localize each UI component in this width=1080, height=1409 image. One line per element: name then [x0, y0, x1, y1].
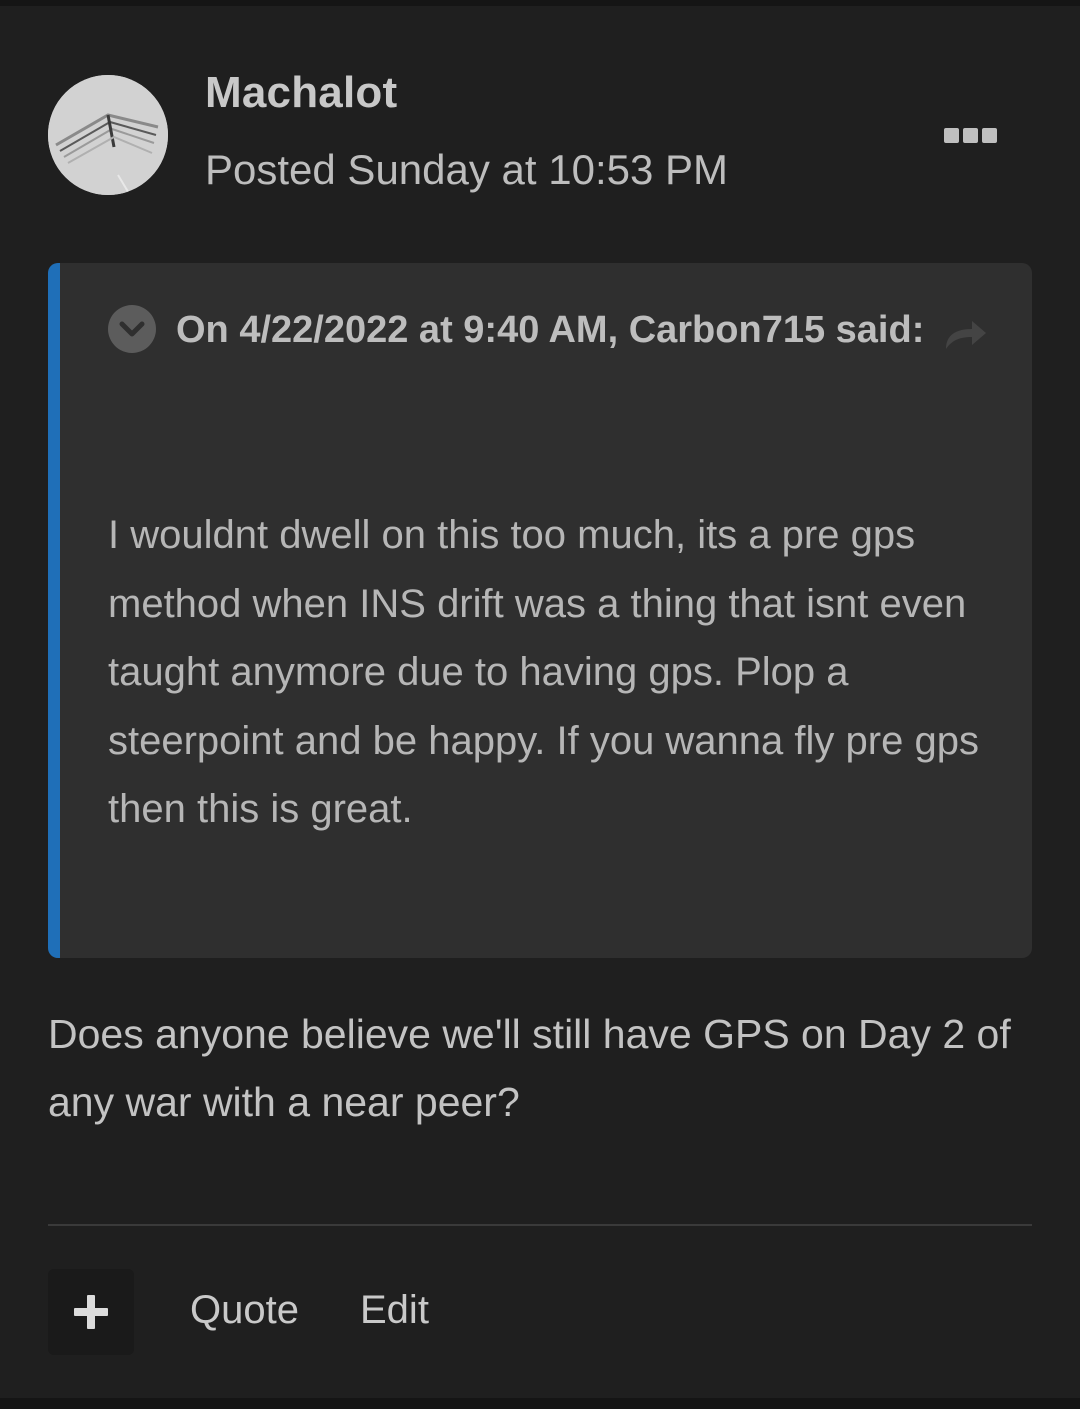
bottom-divider — [0, 1398, 1080, 1409]
post-timestamp: Posted Sunday at 10:53 PM — [205, 146, 729, 193]
avatar-image — [48, 75, 168, 195]
footer-divider — [48, 1224, 1032, 1226]
author-name[interactable]: Machalot — [205, 68, 397, 118]
forum-post-page: Machalot Posted Sunday at 10:53 PM On 4/… — [0, 0, 1080, 1409]
plus-icon — [74, 1295, 108, 1329]
post-body: Does anyone believe we'll still have GPS… — [48, 1011, 1011, 1125]
edit-button[interactable]: Edit — [360, 1288, 429, 1333]
ellipsis-dot — [982, 128, 997, 143]
share-arrow-icon[interactable] — [940, 315, 990, 351]
reaction-button[interactable] — [48, 1269, 134, 1355]
quoted-text: I wouldnt dwell on this too much, its a … — [108, 513, 979, 831]
ellipsis-icon[interactable] — [944, 128, 998, 146]
quote-block: On 4/22/2022 at 9:40 AM, Carbon715 said:… — [48, 263, 1032, 958]
quote-accent-bar — [48, 263, 60, 958]
top-divider — [0, 0, 1080, 6]
ellipsis-dot — [963, 128, 978, 143]
avatar[interactable] — [48, 75, 168, 195]
quote-citation: On 4/22/2022 at 9:40 AM, Carbon715 said: — [108, 299, 928, 362]
ellipsis-dot — [944, 128, 959, 143]
quote-citation-text: On 4/22/2022 at 9:40 AM, Carbon715 said: — [176, 309, 925, 351]
quote-button[interactable]: Quote — [190, 1288, 299, 1333]
